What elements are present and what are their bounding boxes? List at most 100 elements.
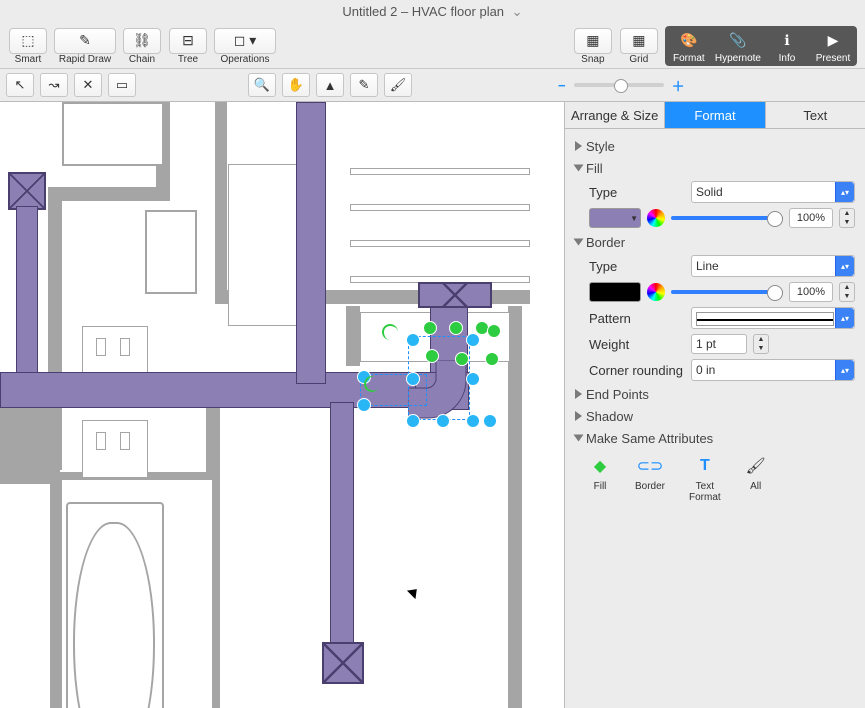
- zoom-slider[interactable]: [574, 83, 664, 87]
- fill-color-swatch[interactable]: ▼: [589, 208, 641, 228]
- tree-label: Tree: [178, 54, 198, 65]
- shadow-label: Shadow: [586, 409, 633, 424]
- operations-button[interactable]: ◻ ▾Operations: [214, 26, 276, 66]
- same-header: Make Same Attributes: [586, 431, 713, 446]
- corner-value: 0 in: [696, 363, 715, 377]
- shadow-section[interactable]: Shadow: [575, 405, 855, 427]
- disclosure-icon[interactable]: [575, 141, 582, 151]
- fill-opacity-value[interactable]: 100%: [789, 208, 833, 228]
- color-wheel-icon[interactable]: [647, 283, 665, 301]
- info-label: Info: [779, 53, 796, 64]
- same-border-button[interactable]: ⊂⊃Border: [635, 455, 665, 503]
- border-opacity-value[interactable]: 100%: [789, 282, 833, 302]
- tab-text[interactable]: Text: [766, 102, 865, 128]
- fill-type-label: Type: [589, 185, 685, 200]
- snap-label: Snap: [581, 54, 604, 65]
- hvac-grille[interactable]: [418, 282, 492, 308]
- rapid-draw-button[interactable]: ✎Rapid Draw: [54, 26, 116, 66]
- fill-opacity-stepper[interactable]: ▲▼: [839, 208, 855, 228]
- inspector-panel: Arrange & Size Format Text Style Fill Ty…: [565, 102, 865, 708]
- right-toolbar: 🎨Format 📎Hypernote ℹInfo ▶Present: [665, 26, 857, 66]
- chain-label: Chain: [129, 54, 155, 65]
- connector-tool[interactable]: ↝: [40, 73, 68, 97]
- style-section[interactable]: Style: [575, 135, 855, 157]
- tab-arrange-label: Arrange & Size: [571, 108, 658, 123]
- snap-button[interactable]: ▦Snap: [573, 26, 613, 66]
- tab-format-label: Format: [694, 108, 735, 123]
- grid-button[interactable]: ▦Grid: [619, 26, 659, 66]
- pointer-tool[interactable]: ↖: [6, 73, 34, 97]
- same-attributes-section[interactable]: Make Same Attributes: [575, 427, 855, 449]
- zoom-in-button[interactable]: ＋: [672, 76, 685, 95]
- border-opacity-slider[interactable]: [671, 290, 783, 294]
- endpoints-label: End Points: [586, 387, 649, 402]
- document-title: Untitled 2 – HVAC floor plan: [342, 4, 504, 19]
- same-text-label: Text Format: [689, 481, 721, 503]
- tab-format[interactable]: Format: [665, 102, 765, 128]
- format-pane-button[interactable]: 🎨Format: [669, 26, 709, 66]
- main-toolbar: ⬚Smart ✎Rapid Draw ⛓Chain ⊟Tree ◻ ▾Opera…: [0, 24, 865, 69]
- same-all-label: All: [750, 481, 761, 492]
- zoom-tool[interactable]: 🔍: [248, 73, 276, 97]
- hvac-grille[interactable]: [322, 642, 364, 684]
- pattern-label: Pattern: [589, 311, 685, 326]
- info-button[interactable]: ℹInfo: [767, 26, 807, 66]
- title-bar: Untitled 2 – HVAC floor plan ⌄: [0, 0, 865, 24]
- weight-input[interactable]: 1 pt: [691, 334, 747, 354]
- format-pane-label: Format: [673, 53, 705, 64]
- endpoints-section[interactable]: End Points: [575, 383, 855, 405]
- same-fill-label: Fill: [594, 481, 607, 492]
- reroute-tool[interactable]: ✕: [74, 73, 102, 97]
- color-wheel-icon[interactable]: [647, 209, 665, 227]
- corner-rounding-select[interactable]: 0 in▴▾: [691, 359, 855, 381]
- disclosure-icon[interactable]: [574, 239, 584, 246]
- hypernote-label: Hypernote: [715, 53, 761, 64]
- same-all-button[interactable]: 🖌All: [745, 455, 767, 503]
- hypernote-button[interactable]: 📎Hypernote: [715, 26, 761, 66]
- same-text-button[interactable]: TText Format: [689, 455, 721, 503]
- tab-arrange-size[interactable]: Arrange & Size: [565, 102, 665, 128]
- weight-stepper[interactable]: ▲▼: [753, 334, 769, 354]
- weight-label: Weight: [589, 337, 685, 352]
- fill-opacity-slider[interactable]: [671, 216, 783, 220]
- border-section[interactable]: Border: [575, 231, 855, 253]
- operations-label: Operations: [221, 54, 270, 65]
- border-header: Border: [586, 235, 625, 250]
- fill-header: Fill: [586, 161, 603, 176]
- border-color-swatch[interactable]: [589, 282, 641, 302]
- zoom-out-button[interactable]: −: [558, 78, 566, 93]
- corner-label: Corner rounding: [589, 363, 685, 378]
- tab-text-label: Text: [803, 108, 827, 123]
- pattern-select[interactable]: ▴▾: [691, 307, 855, 329]
- eyedropper-tool[interactable]: ✎: [350, 73, 378, 97]
- disclosure-icon[interactable]: [574, 435, 584, 442]
- border-type-select[interactable]: Line▴▾: [691, 255, 855, 277]
- tree-button[interactable]: ⊟Tree: [168, 26, 208, 66]
- smart-label: Smart: [15, 54, 42, 65]
- chain-button[interactable]: ⛓Chain: [122, 26, 162, 66]
- present-button[interactable]: ▶Present: [813, 26, 853, 66]
- disclosure-icon[interactable]: [575, 411, 582, 421]
- secondary-toolbar: ↖ ↝ ✕ ▭ 🔍 ✋ ▲ ✎ 🖌 − ＋: [0, 69, 865, 102]
- fill-type-value: Solid: [696, 185, 723, 199]
- same-fill-button[interactable]: ◆Fill: [589, 455, 611, 503]
- stamp-tool[interactable]: ▲: [316, 73, 344, 97]
- fill-type-select[interactable]: Solid▴▾: [691, 181, 855, 203]
- fill-section[interactable]: Fill: [575, 157, 855, 179]
- border-type-label: Type: [589, 259, 685, 274]
- cursor-icon: [407, 585, 421, 599]
- title-chevron-icon[interactable]: ⌄: [512, 4, 523, 19]
- present-label: Present: [816, 53, 850, 64]
- hand-tool[interactable]: ✋: [282, 73, 310, 97]
- disclosure-icon[interactable]: [574, 165, 584, 172]
- border-type-value: Line: [696, 259, 719, 273]
- style-label: Style: [586, 139, 615, 154]
- same-border-label: Border: [635, 481, 665, 492]
- canvas[interactable]: [0, 102, 565, 708]
- shape-tool[interactable]: ▭: [108, 73, 136, 97]
- hvac-grille[interactable]: [8, 172, 46, 210]
- brush-tool[interactable]: 🖌: [384, 73, 412, 97]
- border-opacity-stepper[interactable]: ▲▼: [839, 282, 855, 302]
- disclosure-icon[interactable]: [575, 389, 582, 399]
- smart-button[interactable]: ⬚Smart: [8, 26, 48, 66]
